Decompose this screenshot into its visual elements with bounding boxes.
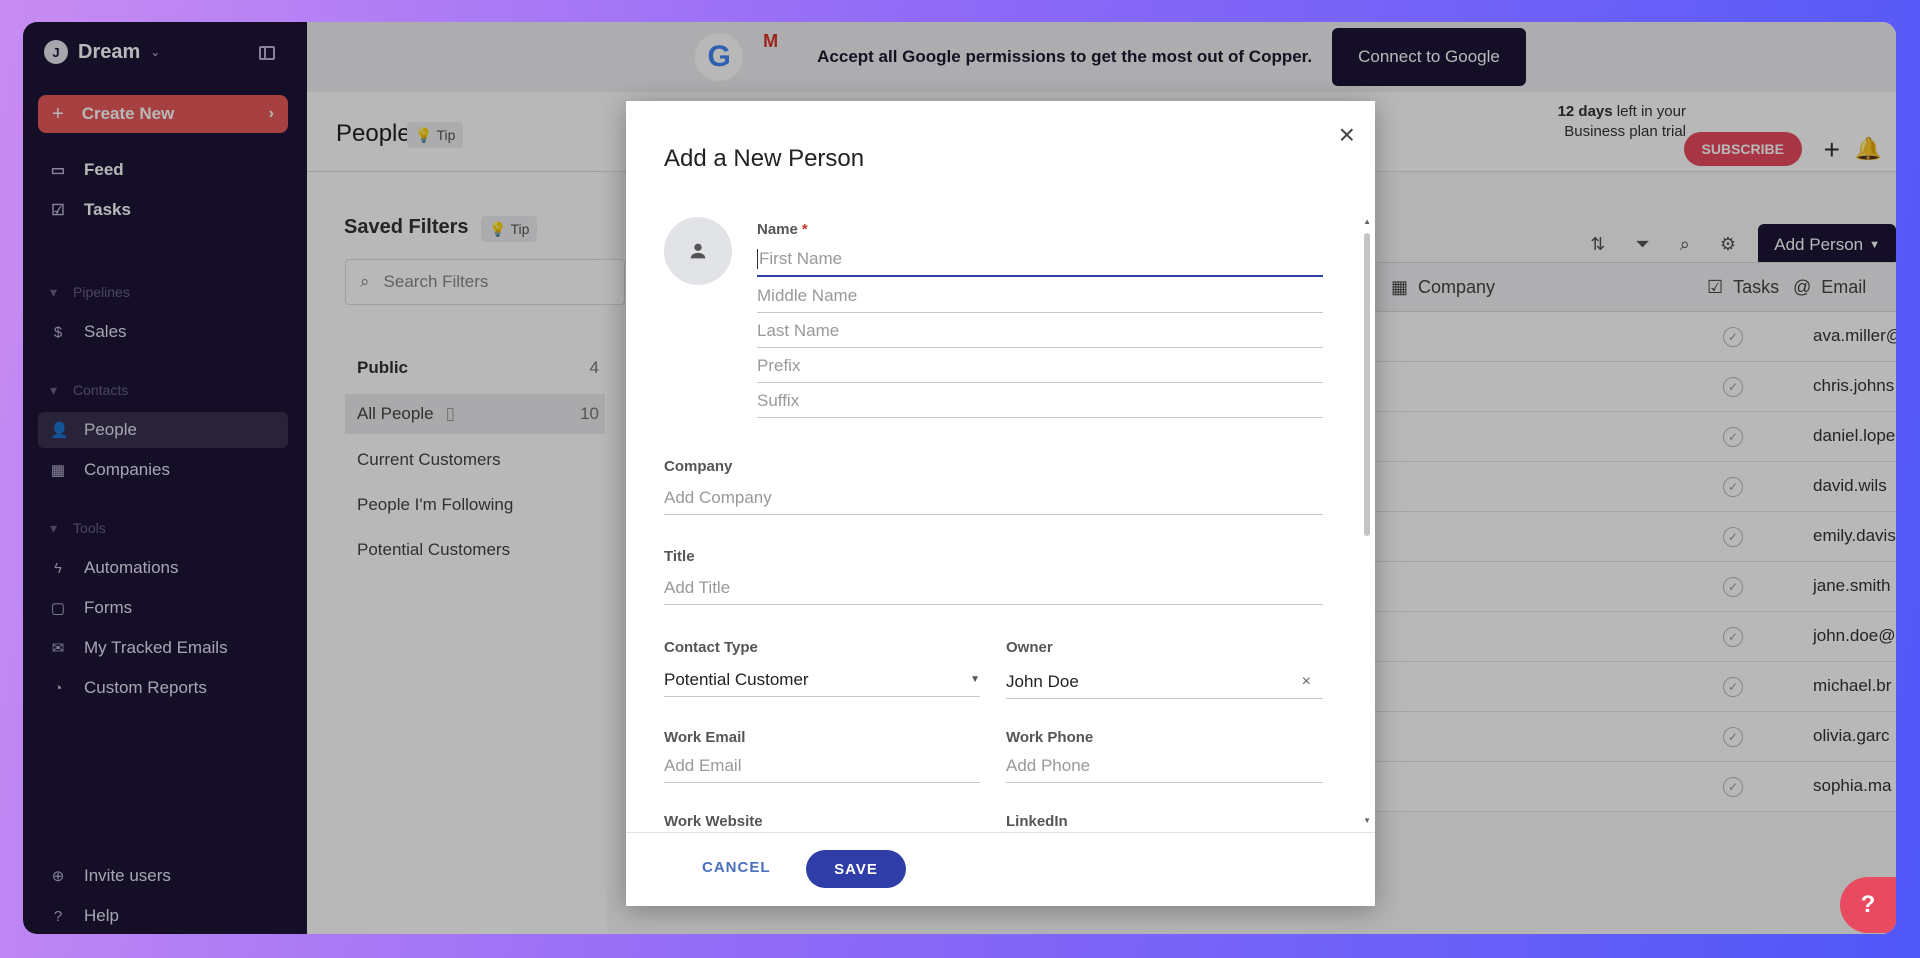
owner-label: Owner [1006,639,1053,656]
last-name-placeholder: Last Name [757,320,840,340]
scroll-down-arrow[interactable]: ▼ [1363,816,1371,825]
work-phone-field[interactable]: Add Phone [1006,749,1323,783]
clear-icon[interactable]: × [1302,673,1311,691]
middle-name-field[interactable]: Middle Name [757,279,1323,313]
name-label-text: Name [757,221,798,238]
contact-type-label: Contact Type [664,639,758,656]
dialog-title: Add a New Person [664,145,865,172]
work-email-field[interactable]: Add Email [664,749,980,783]
title-field[interactable]: Add Title [664,571,1323,605]
prefix-placeholder: Prefix [757,355,801,375]
suffix-placeholder: Suffix [757,390,800,410]
person-icon [690,243,706,259]
add-person-dialog: Add a New Person × Name * First Name Midd… [626,101,1375,906]
app-window: J Dream ⌄ + Create New › ▭ Feed ☑ Tasks … [23,22,1896,934]
work-phone-label: Work Phone [1006,729,1094,746]
save-button[interactable]: SAVE [806,850,906,888]
last-name-field[interactable]: Last Name [757,314,1323,348]
owner-value: John Doe [1006,671,1079,691]
company-label: Company [664,458,733,475]
scroll-up-arrow[interactable]: ▲ [1363,217,1371,226]
company-field[interactable]: Add Company [664,481,1323,515]
prefix-field[interactable]: Prefix [757,349,1323,383]
title-label: Title [664,548,695,565]
linkedin-label: LinkedIn [1006,813,1068,830]
help-chat-button[interactable]: ? [1840,877,1896,933]
owner-field[interactable]: John Doe × [1006,665,1323,699]
name-label: Name * [757,221,808,238]
dialog-footer: CANCEL SAVE [626,832,1375,906]
close-icon[interactable]: × [1339,119,1355,151]
work-email-label: Work Email [664,729,746,746]
contact-type-value: Potential Customer [664,669,809,689]
work-email-placeholder: Add Email [664,755,742,775]
scrollbar[interactable] [1364,233,1370,536]
work-website-label: Work Website [664,813,763,830]
avatar[interactable] [664,217,732,285]
first-name-field[interactable]: First Name [757,243,1323,277]
cancel-button[interactable]: CANCEL [702,859,771,876]
suffix-field[interactable]: Suffix [757,384,1323,418]
title-placeholder: Add Title [664,577,731,597]
contact-type-select[interactable]: Potential Customer ▼ [664,663,980,697]
company-placeholder: Add Company [664,487,772,507]
required-mark: * [801,221,808,238]
work-phone-placeholder: Add Phone [1006,755,1091,775]
first-name-placeholder: First Name [757,249,843,269]
middle-name-placeholder: Middle Name [757,285,858,305]
caret-down-icon: ▼ [970,674,980,685]
